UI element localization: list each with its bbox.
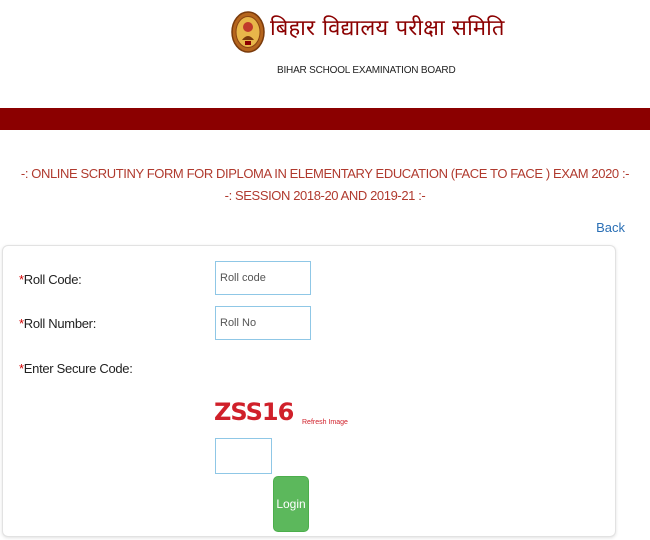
- secure-code-input[interactable]: [215, 438, 272, 474]
- secure-code-label: *Enter Secure Code:: [19, 361, 133, 376]
- back-link[interactable]: Back: [596, 220, 625, 235]
- page: बिहार विद्यालय परीक्षा समिति BIHAR SCHOO…: [0, 0, 650, 540]
- roll-code-label: *Roll Code:: [19, 272, 82, 287]
- login-button[interactable]: Login: [273, 476, 309, 532]
- form-title: -: ONLINE SCRUTINY FORM FOR DIPLOMA IN E…: [20, 166, 630, 181]
- secure-code-label-text: Enter Secure Code:: [23, 361, 133, 376]
- board-logo-icon: [231, 11, 265, 53]
- roll-number-input[interactable]: [215, 306, 311, 340]
- board-name-hindi: बिहार विद्यालय परीक्षा समिति: [270, 16, 505, 41]
- site-header: बिहार विद्यालय परीक्षा समिति BIHAR SCHOO…: [0, 0, 650, 108]
- captcha-image: ZSS16: [214, 398, 294, 426]
- roll-number-label: *Roll Number:: [19, 316, 96, 331]
- board-name-english: BIHAR SCHOOL EXAMINATION BOARD: [277, 65, 456, 76]
- session-subtitle: -: SESSION 2018-20 AND 2019-21 :-: [224, 188, 426, 203]
- header-band: [0, 108, 650, 130]
- roll-number-label-text: Roll Number:: [23, 316, 97, 331]
- refresh-image-link[interactable]: Refresh Image: [302, 419, 348, 426]
- roll-code-input[interactable]: [215, 261, 311, 295]
- roll-code-label-text: Roll Code:: [23, 272, 82, 287]
